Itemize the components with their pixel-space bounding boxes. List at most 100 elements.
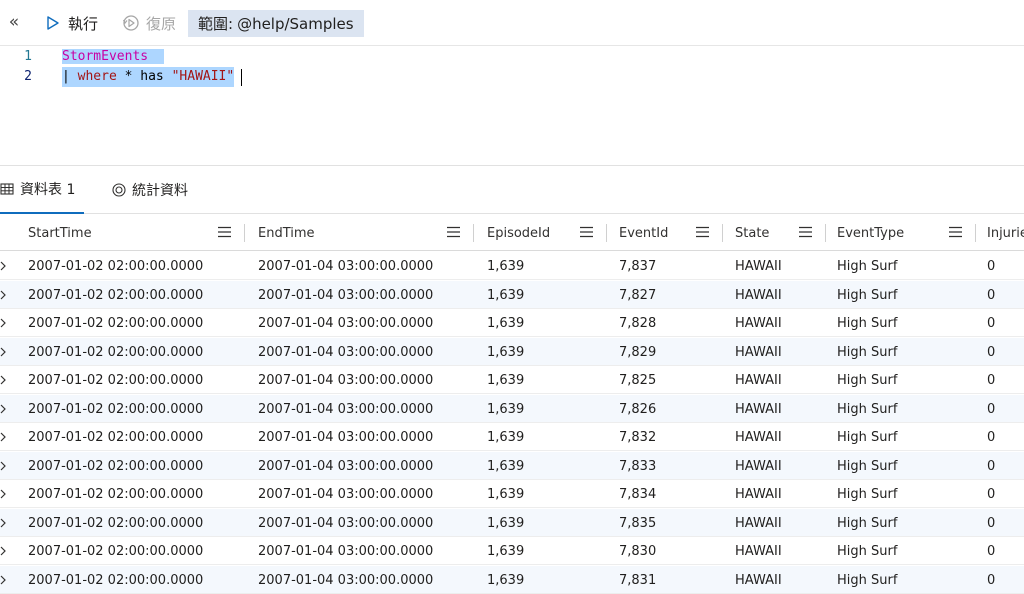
table-row[interactable]: 2007-01-02 02:00:00.0000 2007-01-04 03:00… xyxy=(0,565,1024,594)
table-row[interactable]: 2007-01-02 02:00:00.0000 2007-01-04 03:00… xyxy=(0,537,1024,565)
cell-starttime[interactable]: 2007-01-02 02:00:00.0000 xyxy=(28,395,203,423)
cell-state[interactable]: HAWAII xyxy=(735,423,782,451)
cell-state[interactable]: HAWAII xyxy=(735,566,782,594)
table-row[interactable]: 2007-01-02 02:00:00.0000 2007-01-04 03:00… xyxy=(0,309,1024,337)
cell-eventid[interactable]: 7,835 xyxy=(619,509,656,537)
column-menu-icon[interactable] xyxy=(799,226,812,238)
query-editor[interactable]: 1 StormEvents 2 | where * has "HAWAII" xyxy=(0,46,1024,166)
expand-row-icon[interactable] xyxy=(0,309,10,337)
expand-row-icon[interactable] xyxy=(0,395,10,423)
cell-eventid[interactable]: 7,828 xyxy=(619,309,656,337)
cell-injuries[interactable]: 0 xyxy=(987,452,995,480)
column-header-state[interactable]: State xyxy=(724,215,826,251)
expand-row-icon[interactable] xyxy=(0,338,10,366)
table-row[interactable]: 2007-01-02 02:00:00.0000 2007-01-04 03:00… xyxy=(0,451,1024,480)
cell-endtime[interactable]: 2007-01-04 03:00:00.0000 xyxy=(258,509,433,537)
cell-endtime[interactable]: 2007-01-04 03:00:00.0000 xyxy=(258,281,433,309)
run-button[interactable]: 執行 xyxy=(46,9,98,37)
cell-endtime[interactable]: 2007-01-04 03:00:00.0000 xyxy=(258,366,433,394)
column-header-eventid[interactable]: EventId xyxy=(608,215,723,251)
cell-episodeid[interactable]: 1,639 xyxy=(487,509,524,537)
cell-eventtype[interactable]: High Surf xyxy=(837,252,897,280)
collapse-panel-icon[interactable]: « xyxy=(5,10,23,34)
cell-state[interactable]: HAWAII xyxy=(735,509,782,537)
cell-eventid[interactable]: 7,832 xyxy=(619,423,656,451)
expand-row-icon[interactable] xyxy=(0,281,10,309)
column-header-eventtype[interactable]: EventType xyxy=(826,215,976,251)
cell-state[interactable]: HAWAII xyxy=(735,395,782,423)
expand-row-icon[interactable] xyxy=(0,537,10,565)
table-row[interactable]: 2007-01-02 02:00:00.0000 2007-01-04 03:00… xyxy=(0,508,1024,537)
cell-starttime[interactable]: 2007-01-02 02:00:00.0000 xyxy=(28,509,203,537)
table-row[interactable]: 2007-01-02 02:00:00.0000 2007-01-04 03:00… xyxy=(0,252,1024,280)
column-header-injuries[interactable]: Injurie xyxy=(976,215,1024,251)
table-row[interactable]: 2007-01-02 02:00:00.0000 2007-01-04 03:00… xyxy=(0,366,1024,394)
cell-endtime[interactable]: 2007-01-04 03:00:00.0000 xyxy=(258,338,433,366)
column-menu-icon[interactable] xyxy=(696,226,709,238)
cell-eventtype[interactable]: High Surf xyxy=(837,423,897,451)
expand-row-icon[interactable] xyxy=(0,452,10,480)
cell-eventtype[interactable]: High Surf xyxy=(837,509,897,537)
cell-starttime[interactable]: 2007-01-02 02:00:00.0000 xyxy=(28,309,203,337)
cell-starttime[interactable]: 2007-01-02 02:00:00.0000 xyxy=(28,423,203,451)
cell-injuries[interactable]: 0 xyxy=(987,509,995,537)
expand-row-icon[interactable] xyxy=(0,252,10,280)
cell-state[interactable]: HAWAII xyxy=(735,281,782,309)
restore-button[interactable]: 復原 xyxy=(122,9,176,37)
table-row[interactable]: 2007-01-02 02:00:00.0000 2007-01-04 03:00… xyxy=(0,423,1024,451)
tab-statistics[interactable]: 統計資料 xyxy=(112,166,212,214)
cell-endtime[interactable]: 2007-01-04 03:00:00.0000 xyxy=(258,537,433,565)
tab-table-1[interactable]: 資料表 1 xyxy=(0,166,84,214)
cell-starttime[interactable]: 2007-01-02 02:00:00.0000 xyxy=(28,452,203,480)
cell-episodeid[interactable]: 1,639 xyxy=(487,452,524,480)
cell-episodeid[interactable]: 1,639 xyxy=(487,566,524,594)
cell-endtime[interactable]: 2007-01-04 03:00:00.0000 xyxy=(258,252,433,280)
cell-eventid[interactable]: 7,826 xyxy=(619,395,656,423)
cell-eventid[interactable]: 7,827 xyxy=(619,281,656,309)
cell-starttime[interactable]: 2007-01-02 02:00:00.0000 xyxy=(28,366,203,394)
column-menu-icon[interactable] xyxy=(580,226,593,238)
cell-injuries[interactable]: 0 xyxy=(987,281,995,309)
expand-row-icon[interactable] xyxy=(0,566,10,594)
table-row[interactable]: 2007-01-02 02:00:00.0000 2007-01-04 03:00… xyxy=(0,280,1024,309)
expand-row-icon[interactable] xyxy=(0,423,10,451)
cell-starttime[interactable]: 2007-01-02 02:00:00.0000 xyxy=(28,281,203,309)
cell-episodeid[interactable]: 1,639 xyxy=(487,281,524,309)
cell-endtime[interactable]: 2007-01-04 03:00:00.0000 xyxy=(258,452,433,480)
cell-eventtype[interactable]: High Surf xyxy=(837,309,897,337)
cell-episodeid[interactable]: 1,639 xyxy=(487,252,524,280)
cell-starttime[interactable]: 2007-01-02 02:00:00.0000 xyxy=(28,480,203,508)
cell-eventid[interactable]: 7,825 xyxy=(619,366,656,394)
table-row[interactable]: 2007-01-02 02:00:00.0000 2007-01-04 03:00… xyxy=(0,480,1024,508)
cell-injuries[interactable]: 0 xyxy=(987,537,995,565)
cell-injuries[interactable]: 0 xyxy=(987,338,995,366)
cell-endtime[interactable]: 2007-01-04 03:00:00.0000 xyxy=(258,395,433,423)
table-row[interactable]: 2007-01-02 02:00:00.0000 2007-01-04 03:00… xyxy=(0,394,1024,423)
cell-episodeid[interactable]: 1,639 xyxy=(487,537,524,565)
cell-episodeid[interactable]: 1,639 xyxy=(487,395,524,423)
cell-state[interactable]: HAWAII xyxy=(735,537,782,565)
column-separator[interactable] xyxy=(722,224,723,242)
cell-endtime[interactable]: 2007-01-04 03:00:00.0000 xyxy=(258,309,433,337)
cell-endtime[interactable]: 2007-01-04 03:00:00.0000 xyxy=(258,480,433,508)
cell-state[interactable]: HAWAII xyxy=(735,452,782,480)
cell-episodeid[interactable]: 1,639 xyxy=(487,309,524,337)
column-separator[interactable] xyxy=(606,224,607,242)
expand-row-icon[interactable] xyxy=(0,366,10,394)
cell-starttime[interactable]: 2007-01-02 02:00:00.0000 xyxy=(28,537,203,565)
cell-eventid[interactable]: 7,837 xyxy=(619,252,656,280)
scope-selector[interactable]: 範圍: @help/Samples xyxy=(188,10,364,37)
column-menu-icon[interactable] xyxy=(949,226,962,238)
cell-eventid[interactable]: 7,834 xyxy=(619,480,656,508)
expand-row-icon[interactable] xyxy=(0,480,10,508)
cell-starttime[interactable]: 2007-01-02 02:00:00.0000 xyxy=(28,252,203,280)
cell-injuries[interactable]: 0 xyxy=(987,252,995,280)
cell-eventid[interactable]: 7,833 xyxy=(619,452,656,480)
cell-eventid[interactable]: 7,830 xyxy=(619,537,656,565)
cell-episodeid[interactable]: 1,639 xyxy=(487,480,524,508)
cell-eventtype[interactable]: High Surf xyxy=(837,537,897,565)
table-row[interactable]: 2007-01-02 02:00:00.0000 2007-01-04 03:00… xyxy=(0,337,1024,366)
cell-state[interactable]: HAWAII xyxy=(735,366,782,394)
cell-injuries[interactable]: 0 xyxy=(987,366,995,394)
column-separator[interactable] xyxy=(244,224,245,242)
